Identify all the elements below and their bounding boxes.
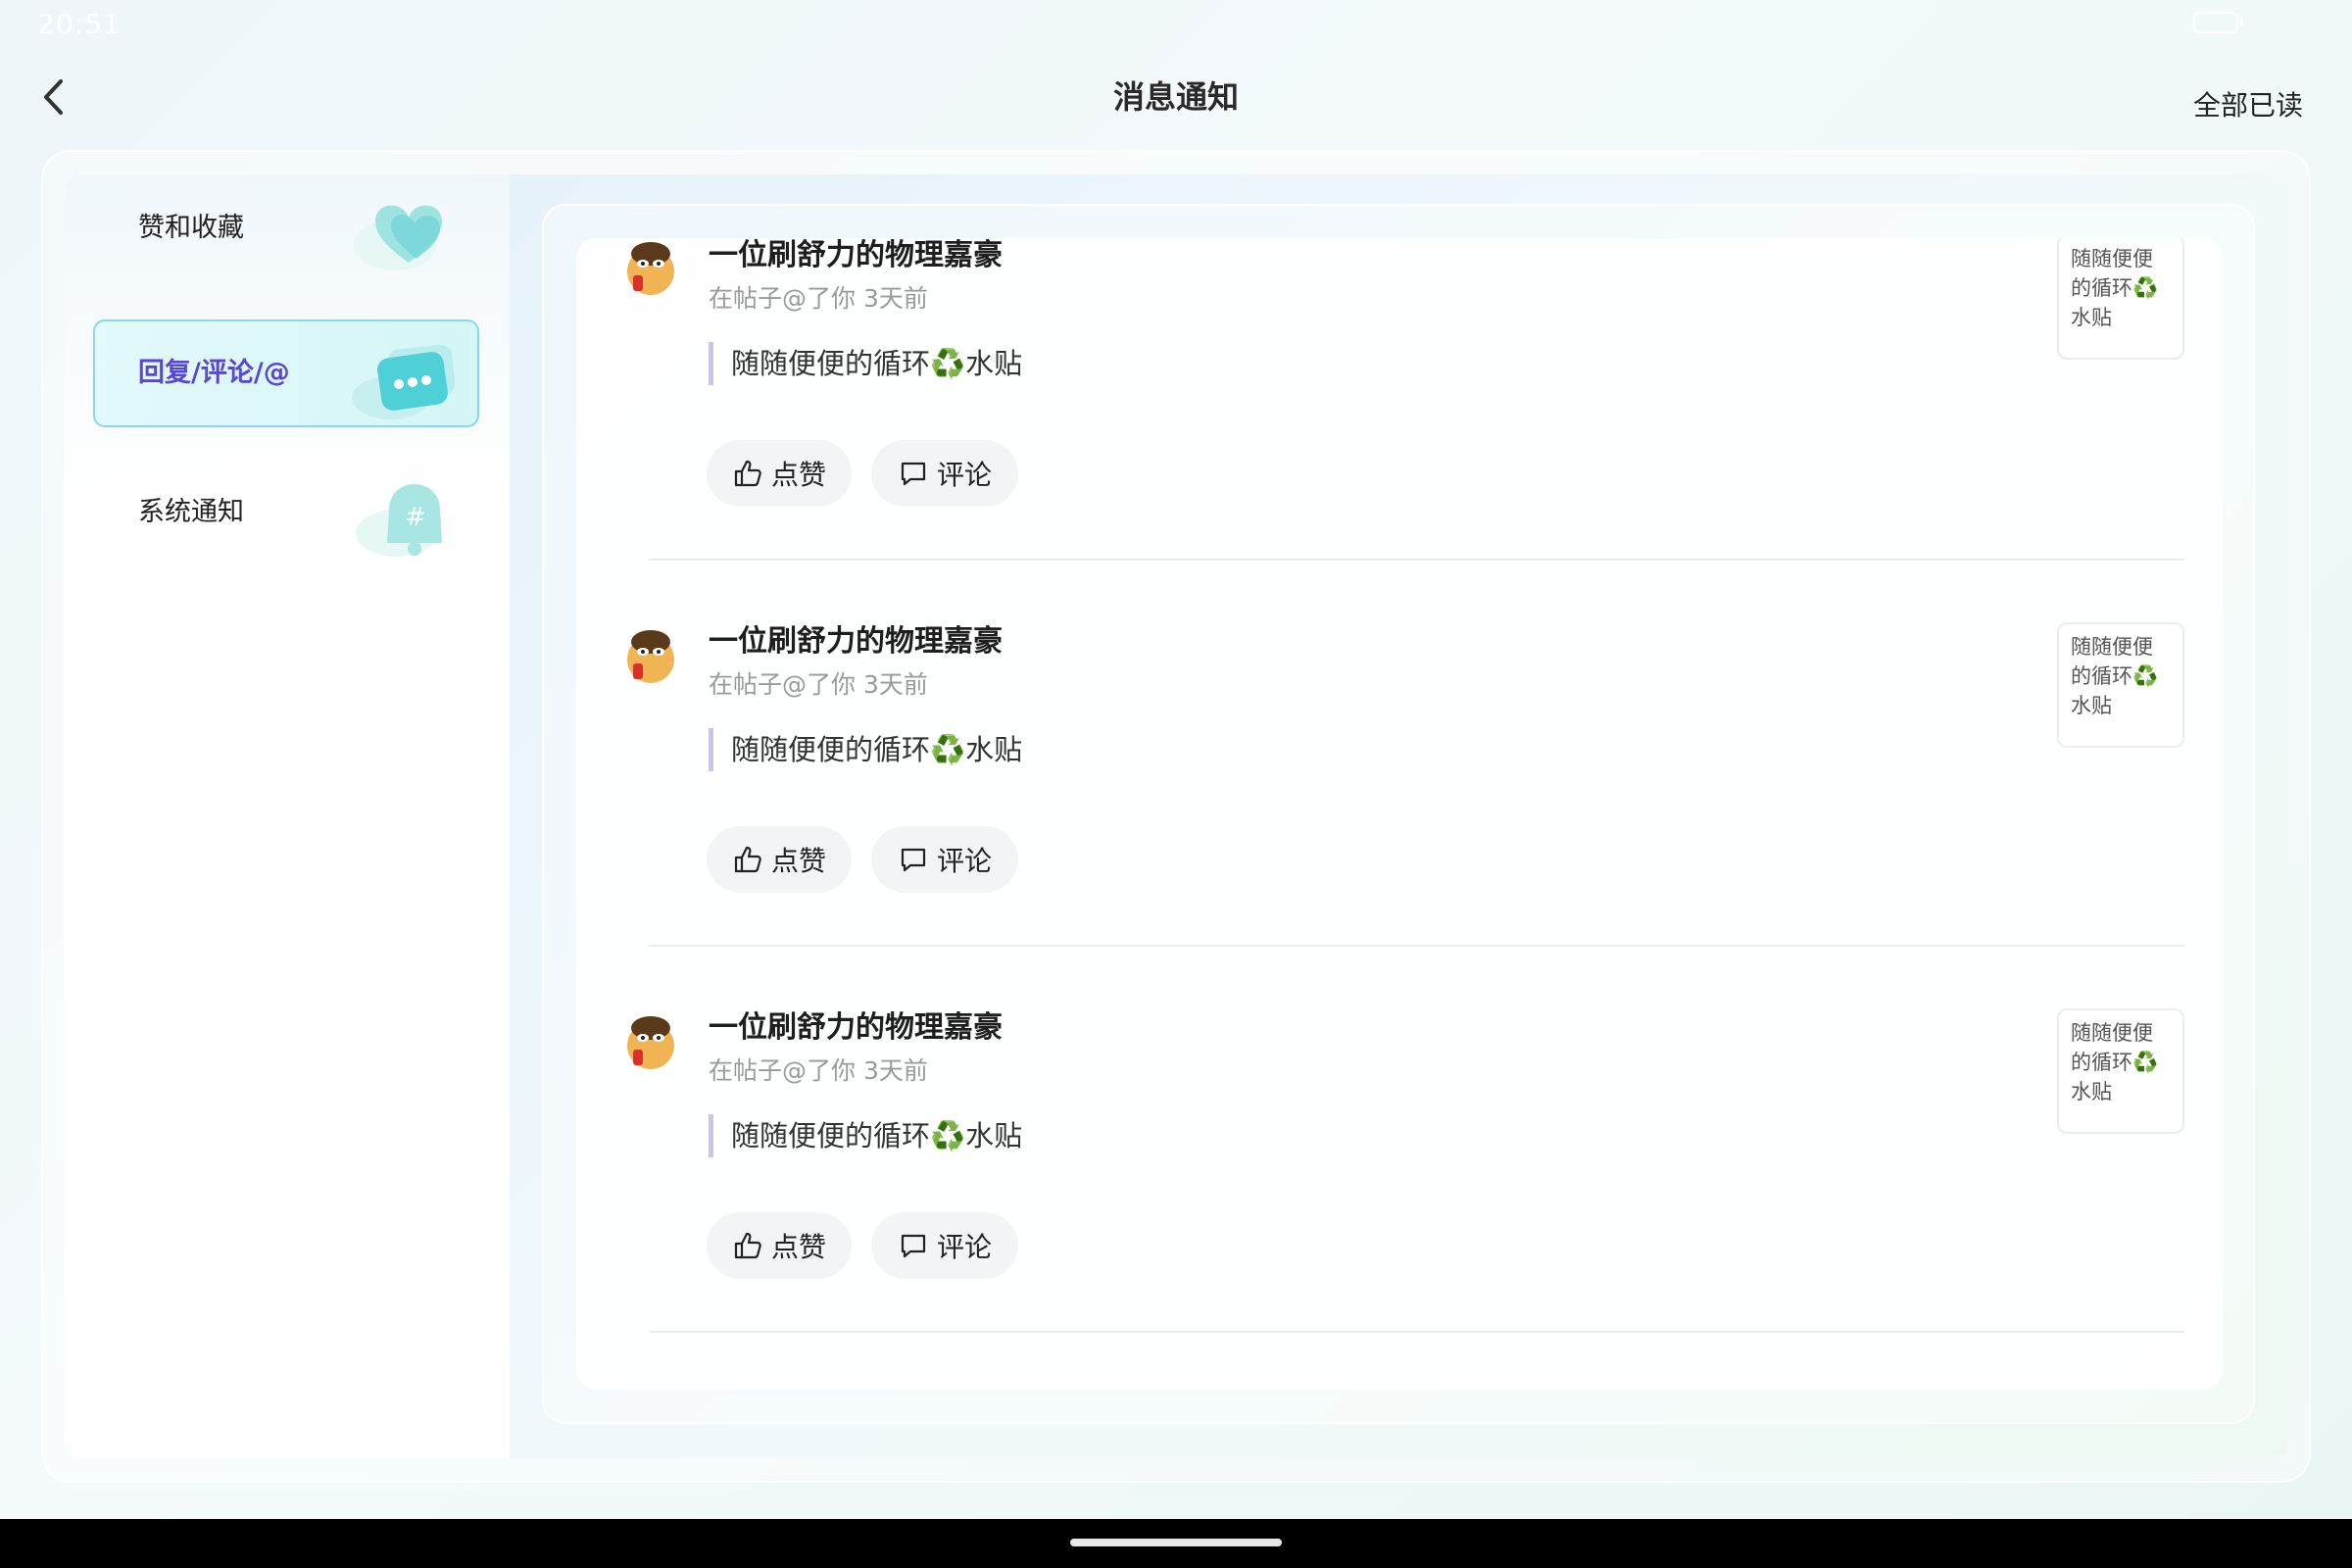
- mark-all-read-button[interactable]: 全部已读: [2193, 84, 2303, 123]
- avatar-image-icon: [615, 620, 686, 691]
- quoted-post[interactable]: 随随便便的循环♻️水贴: [709, 342, 1022, 385]
- chevron-left-icon: [44, 79, 63, 115]
- sidebar-item-label: 系统通知: [138, 497, 244, 527]
- sidebar-item-system[interactable]: 系统通知 #: [93, 459, 479, 566]
- post-thumbnail[interactable]: 随随便便的循环♻️水贴: [2057, 1008, 2184, 1134]
- message-meta: 在帖子@了你 3天前: [709, 284, 928, 313]
- divider: [649, 559, 2184, 561]
- avatar[interactable]: [615, 620, 686, 691]
- bell-icon: #: [356, 484, 442, 557]
- sidebar-item-replies[interactable]: 回复/评论/@: [93, 319, 479, 427]
- comment-label: 评论: [936, 845, 992, 877]
- quoted-post[interactable]: 随随便便的循环♻️水贴: [709, 728, 1022, 771]
- comment-label: 评论: [936, 459, 992, 491]
- like-button[interactable]: 点赞: [707, 440, 852, 507]
- comment-button[interactable]: 评论: [871, 826, 1018, 893]
- comment-label: 评论: [936, 1231, 992, 1263]
- svg-text:#: #: [405, 503, 426, 532]
- like-button[interactable]: 点赞: [707, 1212, 852, 1279]
- sidebar-item-label: 赞和收藏: [138, 213, 244, 243]
- like-label: 点赞: [770, 1231, 826, 1263]
- page-title: 消息通知: [1112, 78, 1239, 116]
- message-meta: 在帖子@了你 3天前: [709, 670, 928, 699]
- message-list[interactable]: 一位刷舒力的物理嘉豪 在帖子@了你 3天前 随随便便的循环♻️水贴 点赞 评论 …: [576, 238, 2223, 1390]
- thumbs-up-icon: [734, 846, 761, 873]
- comment-button[interactable]: 评论: [871, 440, 1018, 507]
- battery-icon: [2193, 12, 2243, 33]
- divider: [649, 1331, 2184, 1333]
- list-item[interactable]: 一位刷舒力的物理嘉豪 在帖子@了你 3天前 随随便便的循环♻️水贴 点赞 评论 …: [576, 238, 2223, 624]
- like-button[interactable]: 点赞: [707, 826, 852, 893]
- list-item[interactable]: 一位刷舒力的物理嘉豪 在帖子@了你 3天前 随随便便的循环♻️水贴 点赞 评论 …: [576, 620, 2223, 1010]
- username[interactable]: 一位刷舒力的物理嘉豪: [709, 238, 1003, 273]
- heart-icon: [354, 205, 442, 270]
- avatar[interactable]: [615, 238, 686, 303]
- avatar-image-icon: [615, 1006, 686, 1077]
- post-thumbnail[interactable]: 随随便便的循环♻️水贴: [2057, 238, 2184, 360]
- username[interactable]: 一位刷舒力的物理嘉豪: [709, 1003, 1003, 1046]
- sidebar-item-likes[interactable]: 赞和收藏: [93, 174, 479, 282]
- comment-button[interactable]: 评论: [871, 1212, 1018, 1279]
- sidebar-item-label: 回复/评论/@: [138, 358, 290, 388]
- divider: [649, 945, 2184, 947]
- username[interactable]: 一位刷舒力的物理嘉豪: [709, 616, 1003, 660]
- message-meta: 在帖子@了你 3天前: [709, 1056, 928, 1085]
- like-label: 点赞: [770, 845, 826, 877]
- home-indicator[interactable]: [1070, 1539, 1282, 1546]
- like-label: 点赞: [770, 459, 826, 491]
- thumbs-up-icon: [734, 460, 761, 487]
- comment-icon: [901, 462, 926, 486]
- status-time: 20:51: [37, 8, 122, 40]
- list-item[interactable]: 一位刷舒力的物理嘉豪 在帖子@了你 3天前 随随便便的循环♻️水贴 点赞 评论 …: [576, 1006, 2223, 1390]
- comment-icon: [901, 1234, 926, 1258]
- post-thumbnail[interactable]: 随随便便的循环♻️水贴: [2057, 622, 2184, 748]
- back-button[interactable]: [33, 73, 73, 122]
- avatar-image-icon: [615, 238, 686, 303]
- category-sidebar: 赞和收藏 回复/评论/@ 系统通知 #: [64, 174, 510, 1458]
- avatar[interactable]: [615, 1006, 686, 1077]
- quoted-post[interactable]: 随随便便的循环♻️水贴: [709, 1114, 1022, 1157]
- thumbs-up-icon: [734, 1232, 761, 1259]
- comment-icon: [901, 848, 926, 872]
- chat-bubble-icon: [352, 344, 456, 419]
